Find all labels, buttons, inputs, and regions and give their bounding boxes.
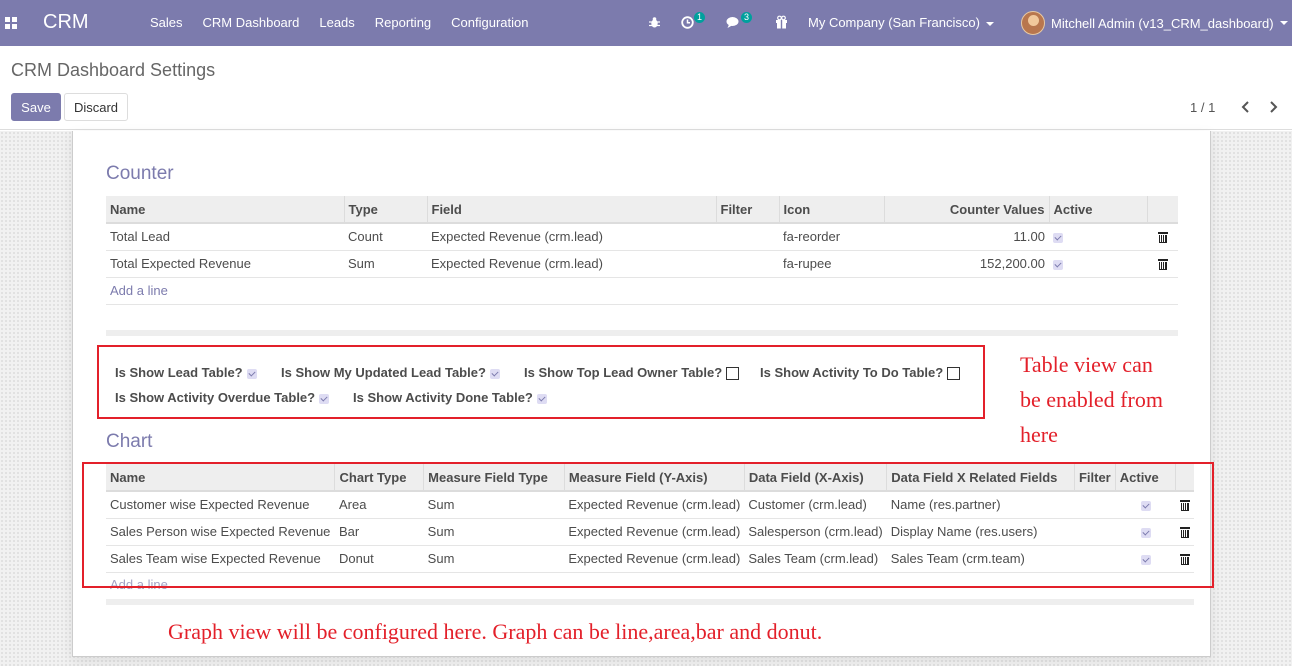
add-line-link[interactable]: Add a line xyxy=(106,277,1178,305)
messages-icon[interactable] xyxy=(726,16,741,29)
company-name: My Company (San Francisco) xyxy=(808,15,980,30)
discard-button[interactable]: Discard xyxy=(64,93,128,121)
menu-item-crm-dashboard[interactable]: CRM Dashboard xyxy=(193,15,310,30)
trash-icon[interactable] xyxy=(1157,232,1168,244)
flag-top-owner-table-label: Is Show Top Lead Owner Table? xyxy=(524,365,723,380)
menu-item-leads[interactable]: Leads xyxy=(309,15,364,30)
counter-section-title: Counter xyxy=(106,163,174,184)
chevron-down-icon xyxy=(985,21,994,26)
cell-field[interactable]: Expected Revenue (crm.lead) xyxy=(427,250,716,278)
cell-delete xyxy=(1147,250,1178,278)
updated-lead-table-checkbox[interactable] xyxy=(489,368,500,379)
apps-grid-icon[interactable] xyxy=(5,17,17,29)
active-checkbox[interactable] xyxy=(1053,259,1063,270)
counter-table: Name Type Field Filter Icon Counter Valu… xyxy=(106,196,1178,305)
column-header-active[interactable]: Active xyxy=(1049,196,1148,224)
flag-activity-done-table: Is Show Activity Done Table? xyxy=(353,390,547,405)
column-header-counter-values[interactable]: Counter Values xyxy=(884,196,1050,224)
lead-table-checkbox[interactable] xyxy=(246,368,257,379)
flag-activity-todo-table: Is Show Activity To Do Table? xyxy=(760,365,961,381)
avatar xyxy=(1021,11,1045,35)
annotation-line: here xyxy=(1020,422,1058,447)
company-switcher[interactable]: My Company (San Francisco) xyxy=(808,15,994,30)
pager-value: 1 / 1 xyxy=(1190,100,1216,115)
column-header-field[interactable]: Field xyxy=(427,196,717,224)
cell-filter[interactable] xyxy=(716,223,779,251)
cell-type[interactable]: Count xyxy=(344,223,427,251)
table-view-annotation: Table view can be enabled from here xyxy=(1020,347,1163,452)
annotation-line: Table view can xyxy=(1020,352,1153,377)
column-header-delete xyxy=(1147,196,1178,224)
trash-icon[interactable] xyxy=(1157,259,1168,271)
chart-section-title: Chart xyxy=(106,431,153,452)
pager-previous-icon[interactable] xyxy=(1238,98,1254,116)
cell-delete xyxy=(1147,223,1178,251)
active-checkbox[interactable] xyxy=(1053,232,1063,243)
gift-icon[interactable] xyxy=(775,15,788,29)
column-header-filter[interactable]: Filter xyxy=(716,196,780,224)
table-flags-highlight xyxy=(97,345,985,419)
messages-badge: 3 xyxy=(741,12,753,23)
add-line-row: Add a line xyxy=(106,277,1178,305)
top-owner-table-checkbox[interactable] xyxy=(726,367,740,381)
add-line-label[interactable]: Add a line xyxy=(110,283,168,298)
cell-type[interactable]: Sum xyxy=(344,250,427,278)
activity-overdue-table-checkbox[interactable] xyxy=(319,393,330,404)
control-panel: CRM Dashboard Settings Save Discard 1 / … xyxy=(0,46,1292,130)
cell-icon[interactable]: fa-rupee xyxy=(779,250,884,278)
flag-lead-table: Is Show Lead Table? xyxy=(115,365,257,380)
main-menu: Sales CRM Dashboard Leads Reporting Conf… xyxy=(140,15,538,30)
cell-active xyxy=(1049,250,1147,278)
flag-lead-table-label: Is Show Lead Table? xyxy=(115,365,243,380)
activity-done-table-checkbox[interactable] xyxy=(536,393,547,404)
column-header-icon[interactable]: Icon xyxy=(779,196,885,224)
menu-item-sales[interactable]: Sales xyxy=(140,15,193,30)
top-navbar: CRM Sales CRM Dashboard Leads Reporting … xyxy=(0,0,1292,46)
activity-todo-table-checkbox[interactable] xyxy=(947,367,961,381)
cell-name[interactable]: Total Expected Revenue xyxy=(106,250,344,278)
cell-counter-value[interactable]: 11.00 xyxy=(884,223,1049,251)
menu-item-reporting[interactable]: Reporting xyxy=(365,15,441,30)
user-name: Mitchell Admin (v13_CRM_dashboard) xyxy=(1051,15,1274,31)
save-button[interactable]: Save xyxy=(11,93,61,121)
table-row[interactable]: Total Expected Revenue Sum Expected Reve… xyxy=(106,250,1178,278)
counter-header-row: Name Type Field Filter Icon Counter Valu… xyxy=(106,196,1178,224)
activity-clock-icon[interactable] xyxy=(681,16,694,29)
column-header-name[interactable]: Name xyxy=(106,196,345,224)
chart-config-highlight xyxy=(82,462,1214,588)
flag-top-owner-table: Is Show Top Lead Owner Table? xyxy=(524,365,740,381)
flag-activity-done-table-label: Is Show Activity Done Table? xyxy=(353,390,533,405)
cell-field[interactable]: Expected Revenue (crm.lead) xyxy=(427,223,716,251)
section-separator xyxy=(106,330,1178,336)
cell-counter-value[interactable]: 152,200.00 xyxy=(884,250,1049,278)
flag-updated-lead-table: Is Show My Updated Lead Table? xyxy=(281,365,500,380)
bug-icon[interactable] xyxy=(648,16,661,29)
flag-activity-overdue-table-label: Is Show Activity Overdue Table? xyxy=(115,390,316,405)
table-row[interactable]: Total Lead Count Expected Revenue (crm.l… xyxy=(106,223,1178,251)
column-header-type[interactable]: Type xyxy=(344,196,428,224)
cell-icon[interactable]: fa-reorder xyxy=(779,223,884,251)
cell-name[interactable]: Total Lead xyxy=(106,223,344,251)
activity-badge: 1 xyxy=(694,12,706,23)
flag-updated-lead-table-label: Is Show My Updated Lead Table? xyxy=(281,365,486,380)
flag-activity-overdue-table: Is Show Activity Overdue Table? xyxy=(115,390,330,405)
flag-activity-todo-table-label: Is Show Activity To Do Table? xyxy=(760,365,944,380)
user-menu[interactable]: Mitchell Admin (v13_CRM_dashboard) xyxy=(1021,11,1288,35)
annotation-line: be enabled from xyxy=(1020,387,1163,412)
section-separator xyxy=(106,599,1194,605)
cell-filter[interactable] xyxy=(716,250,779,278)
app-brand[interactable]: CRM xyxy=(43,11,89,34)
menu-item-configuration[interactable]: Configuration xyxy=(441,15,538,30)
pager-next-icon[interactable] xyxy=(1265,98,1281,116)
chevron-down-icon xyxy=(1279,21,1288,25)
graph-view-annotation: Graph view will be configured here. Grap… xyxy=(168,619,823,644)
cell-active xyxy=(1049,223,1147,251)
page-title: CRM Dashboard Settings xyxy=(11,60,216,80)
